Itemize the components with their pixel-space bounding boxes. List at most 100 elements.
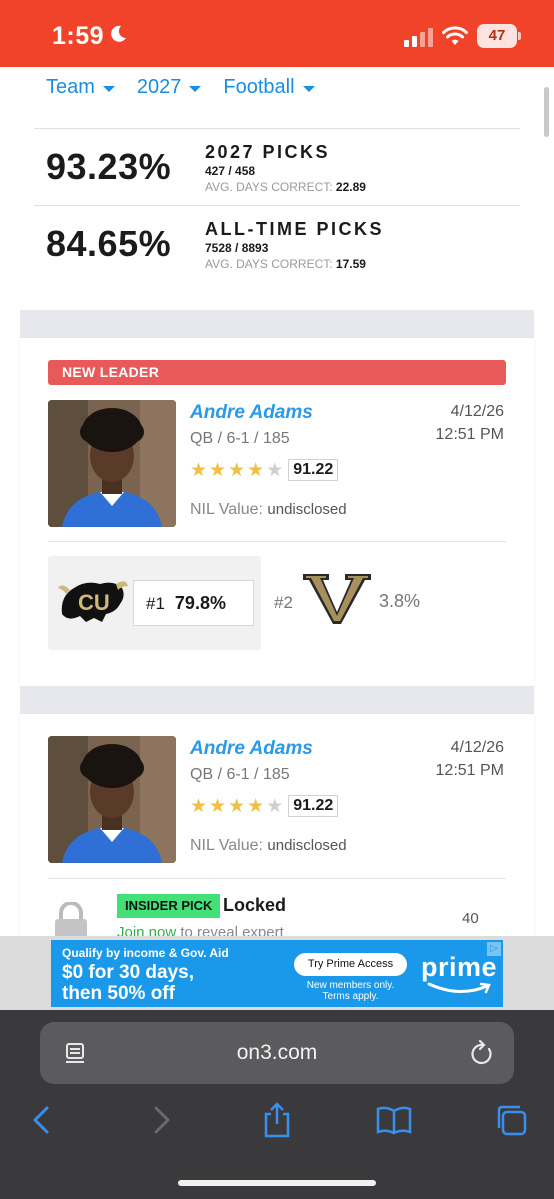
prediction-date: 4/12/26: [450, 739, 504, 756]
prediction-card[interactable]: NEW LEADER Andre Adams QB / 6-1 / 185 ★ …: [20, 338, 534, 686]
home-indicator[interactable]: [178, 1180, 376, 1186]
insider-pick-badge: INSIDER PICK: [117, 894, 221, 918]
prediction-timestamp: 4/12/26 12:51 PM: [436, 736, 504, 782]
colorado-buffaloes-logo: CU: [58, 581, 128, 622]
forward-icon[interactable]: [143, 1102, 179, 1138]
stat-label: ALL-TIME PICKS: [205, 219, 384, 239]
player-rating: 91.22: [288, 795, 339, 817]
stat-avg-value: 17.59: [335, 257, 366, 271]
star-icon: ★: [209, 459, 227, 481]
chevron-down-icon: [102, 85, 115, 92]
player-photo[interactable]: [48, 736, 176, 863]
join-now-link[interactable]: Join now: [117, 924, 176, 936]
status-time: 1:59: [52, 22, 105, 50]
vanderbilt-logo[interactable]: [303, 572, 371, 626]
address-bar[interactable]: on3.com: [40, 1022, 514, 1084]
filter-team-label: Team: [46, 76, 95, 98]
tabs-icon[interactable]: [494, 1102, 530, 1138]
moon-icon: [111, 25, 126, 42]
ad-terms-line-2: Terms apply.: [322, 991, 379, 1002]
page-content[interactable]: Team 2027 Football 93.23% 2027 PICKS 427…: [0, 67, 554, 936]
stat-avg-value: 22.89: [335, 180, 366, 194]
star-icon: ★: [209, 795, 227, 817]
pick-pct-2: 3.8%: [379, 591, 421, 611]
svg-text:CU: CU: [78, 590, 110, 615]
locked-label: Locked: [223, 895, 287, 915]
ad-terms: New members only. Terms apply.: [294, 980, 407, 1002]
stat-label: 2027 PICKS: [205, 142, 331, 162]
nil-label: NIL Value:: [190, 837, 263, 854]
player-photo-image: [48, 736, 176, 863]
prediction-time: 12:51 PM: [435, 762, 504, 779]
star-icon: ★: [190, 795, 208, 817]
prime-logo: prime: [421, 952, 498, 982]
star-icon: ★: [228, 459, 246, 481]
url-text: on3.com: [236, 1041, 318, 1064]
stat-avg-days: AVG. DAYS CORRECT: 22.89: [205, 180, 366, 194]
card-divider: [48, 878, 506, 879]
stat-row-year: 93.23% 2027 PICKS 427 / 458 AVG. DAYS CO…: [34, 128, 520, 206]
prediction-card[interactable]: Andre Adams QB / 6-1 / 185 ★ ★ ★ ★ ★ 91.…: [20, 714, 534, 936]
card-divider: [48, 541, 506, 542]
chevron-down-icon: [189, 85, 202, 92]
top-pick-colorado[interactable]: CU #1 79.8%: [48, 556, 261, 650]
star-icon: ★: [247, 459, 265, 481]
star-rating: ★ ★ ★ ★ ★ 91.22: [190, 459, 339, 481]
stat-percentage: 93.23%: [46, 146, 172, 187]
player-photo[interactable]: [48, 400, 176, 527]
pick-count: 40: [462, 910, 479, 927]
player-name-link[interactable]: Andre Adams: [190, 738, 313, 760]
scrollbar[interactable]: [544, 87, 549, 137]
star-rating: ★ ★ ★ ★ ★ 91.22: [190, 795, 339, 817]
star-icon: ★: [247, 795, 265, 817]
section-divider: [20, 310, 534, 338]
stat-avg-label: AVG. DAYS CORRECT:: [205, 257, 333, 271]
player-rating: 91.22: [288, 459, 339, 481]
prediction-timestamp: 4/12/26 12:51 PM: [436, 400, 504, 446]
filter-sport[interactable]: Football: [223, 76, 315, 99]
stat-row-all-time: 84.65% ALL-TIME PICKS 7528 / 8893 AVG. D…: [34, 205, 520, 283]
try-prime-button[interactable]: Try Prime Access: [294, 953, 407, 976]
nil-value: NIL Value: undisclosed: [190, 501, 347, 519]
player-name-link[interactable]: Andre Adams: [190, 402, 313, 424]
nil-amount: undisclosed: [267, 837, 347, 854]
top-pick-percentage: #1 79.8%: [133, 580, 254, 626]
pick-rank-1: #1: [146, 594, 165, 613]
pick-rank-2: #2: [274, 593, 293, 612]
nil-value: NIL Value: undisclosed: [190, 837, 347, 855]
lock-icon: [55, 902, 87, 936]
ad-container: Qualify by income & Gov. Aid $0 for 30 d…: [0, 936, 554, 1010]
star-icon: ★: [228, 795, 246, 817]
nil-label: NIL Value:: [190, 501, 263, 518]
filter-year[interactable]: 2027: [137, 76, 202, 99]
ad-line-3: then 50% off: [62, 983, 175, 1004]
share-icon[interactable]: [259, 1102, 295, 1138]
bookmarks-icon[interactable]: [376, 1102, 412, 1138]
stat-percentage: 84.65%: [46, 223, 172, 264]
section-divider: [20, 686, 534, 714]
pick-pct-1: 79.8%: [174, 593, 226, 613]
stat-avg-days: AVG. DAYS CORRECT: 17.59: [205, 257, 366, 271]
wifi-icon: [442, 26, 468, 45]
star-empty-icon: ★: [266, 795, 284, 817]
star-icon: ★: [190, 459, 208, 481]
player-position-size: QB / 6-1 / 185: [190, 766, 290, 783]
new-leader-banner: NEW LEADER: [48, 360, 506, 385]
cellular-signal-icon: [404, 28, 433, 47]
status-bar: 1:59 47: [0, 0, 554, 67]
filter-year-label: 2027: [136, 76, 182, 98]
prediction-date: 4/12/26: [450, 403, 504, 420]
chevron-down-icon: [302, 85, 315, 92]
player-position-size: QB / 6-1 / 185: [190, 430, 290, 447]
join-prompt: Join now to reveal expert: [117, 924, 284, 936]
join-prompt-text: to reveal expert: [180, 924, 284, 936]
ad-line-2: $0 for 30 days,: [62, 962, 195, 983]
battery-icon: 47: [477, 24, 521, 48]
prime-ad-banner[interactable]: Qualify by income & Gov. Aid $0 for 30 d…: [51, 940, 503, 1007]
filter-team[interactable]: Team: [46, 76, 115, 99]
reload-icon[interactable]: [470, 1040, 494, 1066]
filter-bar: Team 2027 Football: [46, 76, 315, 99]
ad-terms-line-1: New members only.: [306, 980, 395, 991]
back-icon[interactable]: [24, 1102, 60, 1138]
ad-choices-icon[interactable]: ▷: [487, 942, 501, 956]
